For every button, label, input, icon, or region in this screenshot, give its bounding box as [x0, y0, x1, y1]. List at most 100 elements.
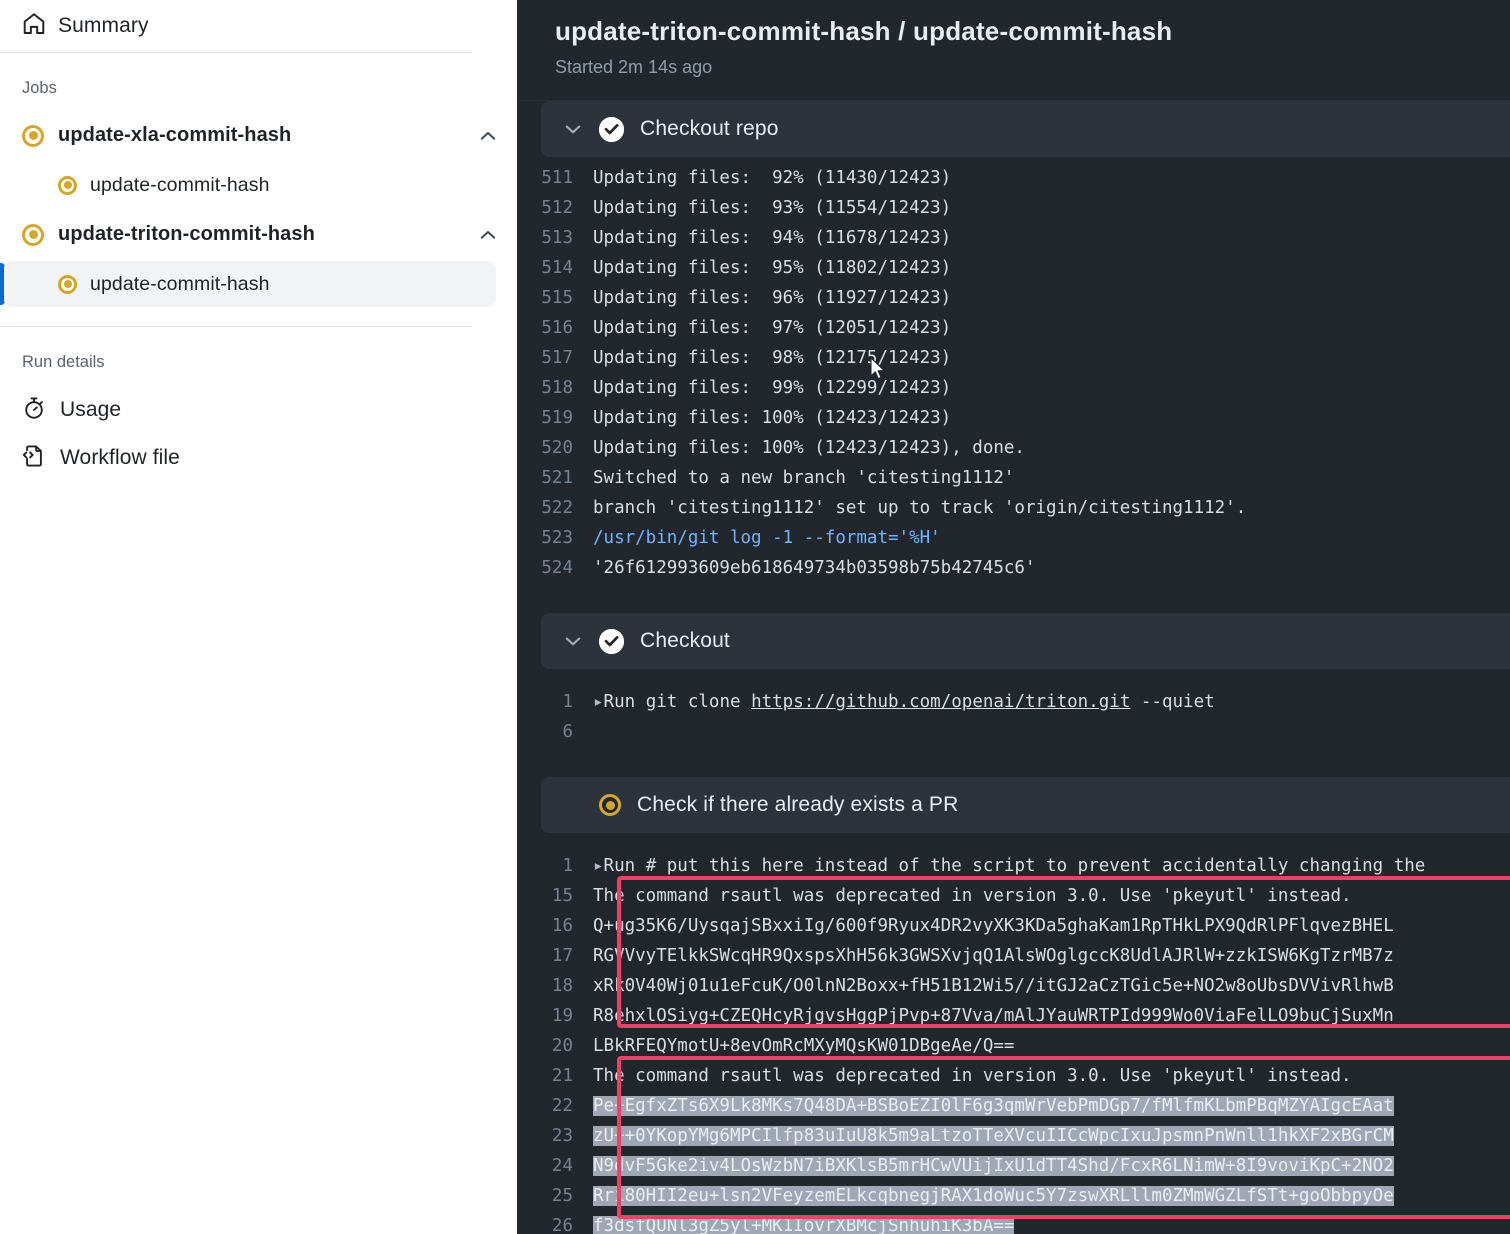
line-number: 1 [562, 692, 573, 712]
job-header: update-triton-commit-hash / update-commi… [517, 0, 1510, 101]
line-number: 15 [551, 886, 573, 906]
chevron-up-icon[interactable] [478, 225, 498, 245]
line-text: R8ehxlOSiyg+CZEQHcyRjgvsHggPjPvp+87Vva/m… [593, 1006, 1394, 1026]
line-text: Updating files: 100% (12423/12423), done… [593, 438, 1025, 458]
log-lines-checkout-repo[interactable]: 511 Updating files: 92% (11430/12423) 512… [517, 157, 1510, 587]
line-number: 515 [541, 288, 573, 308]
in-progress-icon [22, 223, 44, 246]
line-text: zU++0YKopYMg6MPCIlfp83uIuU8k5m9aLtzoTTeX… [593, 1126, 1394, 1146]
line-number: 513 [541, 228, 573, 248]
line-number: 511 [541, 168, 573, 188]
line-text: xRk0V40Wj01u1eFcuK/O0lnN2Boxx+fH51B12Wi5… [593, 976, 1394, 996]
log-line: 17 RGVVvyTElkkSWcqHR9QxspsXhH56k3GWSXvjqQ… [517, 941, 1510, 971]
sidebar-item-workflow-file[interactable]: Workflow file [0, 434, 516, 482]
in-progress-icon [22, 124, 44, 147]
job-log-panel: update-triton-commit-hash / update-commi… [517, 0, 1510, 1234]
sidebar-step-label: update-commit-hash [90, 272, 270, 295]
log-group-check-pr: Check if there already exists a PR 1 ▸Ru… [517, 777, 1510, 1234]
sidebar: Summary Jobs update-xla-commit-hash upda… [0, 0, 517, 1234]
line-number: 514 [541, 258, 573, 278]
line-number: 18 [551, 976, 573, 996]
log-group-header[interactable]: Checkout repo [541, 101, 1510, 157]
line-text: '26f612993609eb618649734b03598b75b42745c… [593, 558, 1036, 578]
sidebar-item-label: Summary [58, 14, 149, 37]
sidebar-job-update-xla-commit-hash[interactable]: update-xla-commit-hash [0, 112, 516, 159]
success-check-icon [599, 116, 624, 142]
log-line: 24 N9dvF5Gke2iv4LOsWzbN7iBXKlsB5mrHCwVUij… [517, 1151, 1510, 1181]
log-line: 522 branch 'citesting1112' set up to trac… [517, 493, 1510, 523]
sidebar-run-details-heading: Run details [22, 353, 105, 371]
expand-triangle-icon[interactable]: ▸ [593, 856, 604, 876]
line-number: 524 [541, 558, 573, 578]
line-number: 22 [551, 1096, 573, 1116]
log-lines-checkout[interactable]: 1 ▸Run git clone https://github.com/open… [517, 669, 1510, 751]
log-group-checkout-repo: Checkout repo 511 Updating files: 92% (11… [517, 101, 1510, 587]
line-text: Updating files: 100% (12423/12423) [593, 408, 952, 428]
line-text: The command rsautl was deprecated in ver… [593, 886, 1352, 906]
log-line: 1 ▸Run # put this here instead of the sc… [517, 851, 1510, 881]
code-file-icon [22, 444, 46, 473]
log-line: 517 Updating files: 98% (12175/12423) [517, 343, 1510, 373]
sidebar-job-update-triton-commit-hash[interactable]: update-triton-commit-hash [0, 211, 516, 258]
line-text: LBkRFEQYmotU+8evOmRcMXyMQsKW01DBgeAe/Q== [593, 1036, 1015, 1056]
log-group-title: Check if there already exists a PR [637, 793, 959, 816]
line-number: 25 [551, 1186, 573, 1206]
log-group-header[interactable]: Checkout [541, 613, 1510, 669]
job-started-time: Started 2m 14s ago [555, 57, 713, 77]
line-number: 16 [551, 916, 573, 936]
log-line: 523/usr/bin/git log -1 --format='%H' [517, 523, 1510, 553]
line-number: 26 [551, 1216, 573, 1234]
line-number: 24 [551, 1156, 573, 1176]
log-line: 1 ▸Run git clone https://github.com/open… [517, 687, 1510, 717]
sidebar-item-usage[interactable]: Usage [0, 386, 516, 434]
line-number: 23 [551, 1126, 573, 1146]
line-text: Pe+EgfxZTs6X9Lk8MKs7Q48DA+BSBoEZI0lF6g3q… [593, 1096, 1394, 1116]
line-number: 6 [562, 722, 573, 742]
chevron-down-icon[interactable] [563, 631, 583, 651]
log-line: 512 Updating files: 93% (11554/12423) [517, 193, 1510, 223]
log-line: 15 The command rsautl was deprecated in v… [517, 881, 1510, 911]
line-text: f3dsfQUNl3gZ5yl+MK1IovrXBMcjSnhuhiK3bA== [593, 1216, 1015, 1234]
line-number: 523 [541, 528, 573, 548]
line-number: 519 [541, 408, 573, 428]
chevron-down-icon[interactable] [563, 119, 583, 139]
line-text: /usr/bin/git log -1 --format='%H' [593, 528, 941, 548]
line-text: Updating files: 92% (11430/12423) [593, 168, 952, 188]
line-text: Updating files: 97% (12051/12423) [593, 318, 952, 338]
sidebar-item-summary[interactable]: Summary [0, 0, 516, 52]
line-number: 1 [562, 856, 573, 876]
log-lines-check-pr[interactable]: 1 ▸Run # put this here instead of the sc… [517, 833, 1510, 1234]
clone-url-link[interactable]: https://github.com/openai/triton.git [751, 692, 1130, 712]
log-group-checkout: Checkout 1 ▸Run git clone https://github… [517, 613, 1510, 751]
log-group-header[interactable]: Check if there already exists a PR [541, 777, 1510, 833]
line-text: Updating files: 98% (12175/12423) [593, 348, 952, 368]
line-number: 512 [541, 198, 573, 218]
sidebar-step-label: update-commit-hash [90, 173, 270, 196]
in-progress-icon [599, 794, 621, 816]
log-line: 18 xRk0V40Wj01u1eFcuK/O0lnN2Boxx+fH51B12W… [517, 971, 1510, 1001]
home-icon [22, 12, 46, 41]
line-number: 516 [541, 318, 573, 338]
log-line: 20 LBkRFEQYmotU+8evOmRcMXyMQsKW01DBgeAe/Q… [517, 1031, 1510, 1061]
stopwatch-icon [22, 396, 46, 425]
expand-triangle-icon[interactable]: ▸ [593, 692, 604, 712]
line-text: Updating files: 93% (11554/12423) [593, 198, 952, 218]
in-progress-icon [58, 274, 77, 294]
log-line: 26 f3dsfQUNl3gZ5yl+MK1IovrXBMcjSnhuhiK3bA… [517, 1211, 1510, 1234]
line-text: branch 'citesting1112' set up to track '… [593, 498, 1247, 518]
log-line: 516 Updating files: 97% (12051/12423) [517, 313, 1510, 343]
line-text: Q+ug35K6/UysqajSBxxiIg/600f9Ryux4DR2vyXK… [593, 916, 1394, 936]
page-title: update-triton-commit-hash / update-commi… [555, 16, 1173, 46]
log-group-title: Checkout repo [640, 117, 779, 140]
chevron-up-icon[interactable] [478, 126, 498, 146]
log-line: 511 Updating files: 92% (11430/12423) [517, 163, 1510, 193]
line-number: 21 [551, 1066, 573, 1086]
log-line: 519 Updating files: 100% (12423/12423) [517, 403, 1510, 433]
in-progress-icon [58, 175, 77, 195]
sidebar-step-update-commit-hash-xla[interactable]: update-commit-hash [4, 162, 496, 208]
line-number: 518 [541, 378, 573, 398]
line-text: Updating files: 99% (12299/12423) [593, 378, 952, 398]
log-line: 25 Rri80HII2eu+lsn2VFeyzemELkcqbnegjRAX1d… [517, 1181, 1510, 1211]
line-text: Updating files: 94% (11678/12423) [593, 228, 952, 248]
sidebar-step-update-commit-hash-triton[interactable]: update-commit-hash [4, 261, 496, 307]
